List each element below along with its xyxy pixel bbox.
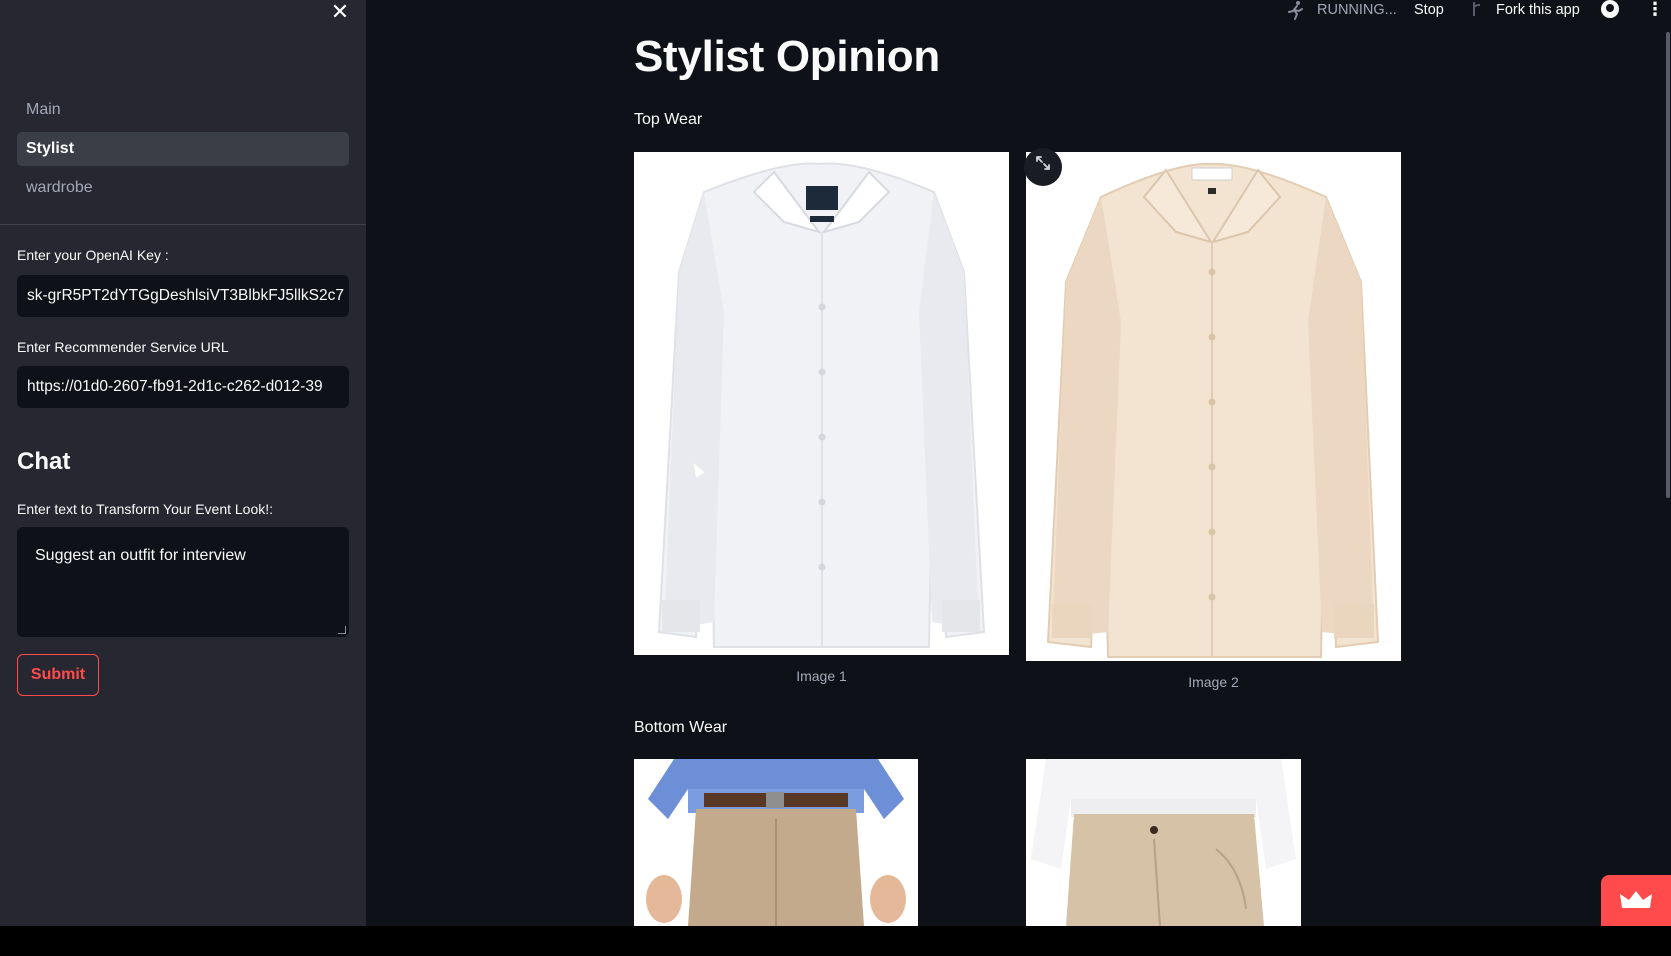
sidebar-item-stylist[interactable]: Stylist	[17, 132, 349, 166]
bottom-letterbox	[0, 926, 1671, 956]
service-url-input[interactable]: https://01d0-2607-fb91-2d1c-c262-d012-39	[17, 366, 349, 408]
crown-icon[interactable]	[1601, 875, 1671, 926]
close-sidebar-button[interactable]: ✕	[328, 0, 352, 24]
sidebar-item-wardrobe[interactable]: wardrobe	[17, 171, 349, 205]
chat-heading: Chat	[17, 448, 71, 475]
top-wear-image-1[interactable]	[634, 152, 1009, 655]
image-2-caption: Image 2	[1188, 674, 1239, 690]
chat-prompt-label: Enter text to Transform Your Event Look!…	[17, 501, 274, 517]
bottom-wear-image-1[interactable]	[634, 759, 918, 926]
main-menu-button[interactable]: ⋮	[1646, 0, 1664, 18]
chat-textarea-value: Suggest an outfit for interview	[35, 547, 246, 564]
beige-trousers-white-shirt-illustration	[1026, 759, 1301, 926]
sidebar-item-main[interactable]: Main	[17, 93, 349, 127]
khaki-trousers-blue-shirt-illustration	[634, 759, 918, 926]
main-scrollbar[interactable]	[1666, 32, 1670, 498]
resize-grip-icon[interactable]	[338, 626, 346, 634]
expand-icon[interactable]	[1024, 148, 1062, 186]
submit-button[interactable]: Submit	[17, 654, 99, 696]
openai-key-input[interactable]: sk-grR5PT2dYTGgDeshlsiVT3BlbkFJ5llkS2c7	[17, 275, 349, 317]
top-wear-image-2[interactable]	[1026, 152, 1401, 661]
service-url-label: Enter Recommender Service URL	[17, 339, 229, 355]
streamlit-app: ✕ Main Stylist wardrobe Enter your OpenA…	[0, 0, 1671, 926]
white-shirt-illustration	[634, 152, 1009, 655]
cream-shirt-illustration	[1026, 152, 1401, 661]
bottom-wear-image-2[interactable]	[1026, 759, 1301, 926]
page-title: Stylist Opinion	[634, 32, 940, 81]
main-content: Stylist Opinion Top Wear Image 1 Image 2…	[634, 0, 1634, 926]
sidebar-nav: Main Stylist wardrobe	[17, 93, 349, 210]
openai-key-label: Enter your OpenAI Key :	[17, 247, 169, 263]
top-wear-label: Top Wear	[634, 111, 703, 128]
bottom-wear-label: Bottom Wear	[634, 719, 728, 736]
chat-textarea[interactable]: Suggest an outfit for interview	[17, 527, 349, 637]
image-1-caption: Image 1	[796, 668, 847, 684]
sidebar-divider	[0, 224, 366, 225]
sidebar: ✕ Main Stylist wardrobe Enter your OpenA…	[0, 0, 366, 926]
